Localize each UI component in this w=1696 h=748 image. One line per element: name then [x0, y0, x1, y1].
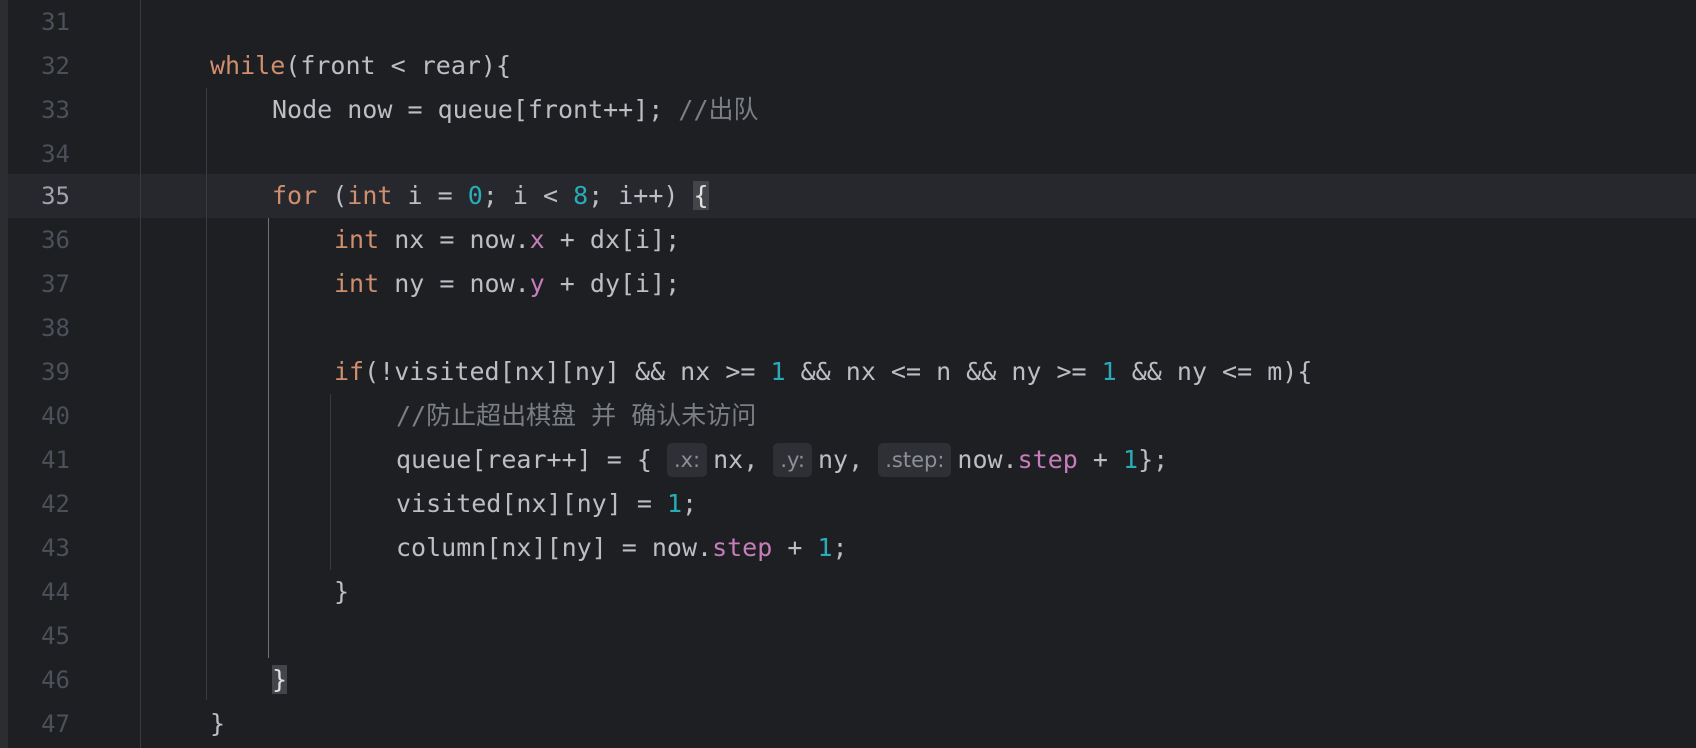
code-token: + dx[i];	[544, 225, 681, 254]
number-token: 0	[467, 181, 483, 210]
field-token: step	[712, 533, 773, 562]
code-line-45[interactable]: 45	[0, 614, 1696, 658]
code-text: column[nx][ny] = now.step + 1;	[396, 526, 848, 570]
code-token: };	[1138, 445, 1169, 474]
code-line-34[interactable]: 34	[0, 132, 1696, 176]
code-line-39[interactable]: 39 if(!visited[nx][ny] && nx >= 1 && nx …	[0, 350, 1696, 394]
code-line-31[interactable]: 31	[0, 0, 1696, 44]
field-token: y	[529, 269, 545, 298]
line-number[interactable]: 46	[8, 658, 70, 702]
line-number[interactable]: 42	[8, 482, 70, 526]
code-line-43[interactable]: 43 column[nx][ny] = now.step + 1;	[0, 526, 1696, 570]
code-token: nx,	[713, 445, 759, 474]
code-text: }	[210, 702, 225, 746]
line-number[interactable]: 45	[8, 614, 70, 658]
code-token: (	[317, 181, 348, 210]
line-number[interactable]: 44	[8, 570, 70, 614]
keyword-token: if	[334, 357, 365, 386]
comment-token: //出队	[678, 95, 759, 124]
inlay-hint-step[interactable]: .step:	[878, 443, 952, 477]
code-text: int nx = now.x + dx[i];	[334, 218, 680, 262]
code-line-40[interactable]: 40 //防止超出棋盘 并 确认未访问	[0, 394, 1696, 438]
code-line-46[interactable]: 46 }	[0, 658, 1696, 702]
code-text: int ny = now.y + dy[i];	[334, 262, 680, 306]
code-text: Node now = queue[front++]; //出队	[272, 88, 759, 132]
code-token: ; i <	[482, 181, 574, 210]
code-token: queue[rear++] = {	[396, 445, 652, 474]
line-number[interactable]: 47	[8, 702, 70, 746]
keyword-token: for	[272, 181, 318, 210]
code-token: (!visited[nx][ny] && nx >=	[364, 357, 771, 386]
code-token: Node now = queue[front++];	[272, 95, 679, 124]
code-line-35[interactable]: 35 for (int i = 0; i < 8; i++) {	[0, 174, 1696, 218]
code-token: visited[nx][ny] =	[396, 489, 667, 518]
line-number[interactable]: 39	[8, 350, 70, 394]
line-number[interactable]: 34	[8, 132, 70, 176]
line-number[interactable]: 33	[8, 88, 70, 132]
code-text: if(!visited[nx][ny] && nx >= 1 && nx <= …	[334, 350, 1312, 394]
number-token: 8	[573, 181, 589, 210]
code-token: ;	[682, 489, 698, 518]
number-token: 1	[1123, 445, 1139, 474]
code-token: ny,	[818, 445, 864, 474]
field-token: step	[1017, 445, 1078, 474]
code-line-36[interactable]: 36 int nx = now.x + dx[i];	[0, 218, 1696, 262]
keyword-token: while	[210, 51, 286, 80]
code-token: (front < rear){	[285, 51, 512, 80]
code-line-37[interactable]: 37 int ny = now.y + dy[i];	[0, 262, 1696, 306]
line-number[interactable]: 41	[8, 438, 70, 482]
keyword-token: int	[334, 225, 380, 254]
number-token: 1	[1101, 357, 1117, 386]
number-token: 1	[770, 357, 786, 386]
line-number[interactable]: 36	[8, 218, 70, 262]
code-line-42[interactable]: 42 visited[nx][ny] = 1;	[0, 482, 1696, 526]
code-token: ;	[832, 533, 848, 562]
number-token: 1	[666, 489, 682, 518]
line-number[interactable]: 38	[8, 306, 70, 350]
code-token: i =	[392, 181, 468, 210]
code-editor[interactable]: 31 32 while(front < rear){ 33 Node now =…	[0, 0, 1696, 748]
code-token: && nx <= n && ny >=	[785, 357, 1102, 386]
code-line-47[interactable]: 47 }	[0, 702, 1696, 746]
code-token: nx = now.	[379, 225, 530, 254]
code-token: ny = now.	[379, 269, 530, 298]
code-token: }	[334, 577, 350, 606]
comment-token: //防止超出棋盘 并 确认未访问	[396, 401, 757, 430]
line-number[interactable]: 43	[8, 526, 70, 570]
code-token: +	[772, 533, 818, 562]
code-line-38[interactable]: 38	[0, 306, 1696, 350]
code-token: }	[210, 709, 226, 738]
keyword-token: int	[334, 269, 380, 298]
code-text: queue[rear++] = { .x: nx, .y: ny, .step: no…	[396, 438, 1168, 482]
code-token: column[nx][ny] = now.	[396, 533, 713, 562]
code-text: visited[nx][ny] = 1;	[396, 482, 697, 526]
inlay-hint-y[interactable]: .y:	[773, 443, 812, 477]
line-number[interactable]: 40	[8, 394, 70, 438]
code-text: }	[272, 658, 288, 702]
field-token: x	[529, 225, 545, 254]
inlay-hint-x[interactable]: .x:	[666, 443, 708, 477]
code-text: while(front < rear){	[210, 44, 511, 88]
matched-brace-close: }	[272, 665, 288, 694]
code-text: }	[334, 570, 349, 614]
code-token: ; i++)	[588, 181, 694, 210]
keyword-token: int	[347, 181, 393, 210]
code-text: //防止超出棋盘 并 确认未访问	[396, 394, 756, 438]
matched-brace-open: {	[693, 181, 709, 210]
line-number[interactable]: 37	[8, 262, 70, 306]
code-token: now.	[957, 445, 1018, 474]
code-line-44[interactable]: 44 }	[0, 570, 1696, 614]
code-token: +	[1077, 445, 1123, 474]
code-line-41[interactable]: 41 queue[rear++] = { .x: nx, .y: ny, .step…	[0, 438, 1696, 482]
code-line-32[interactable]: 32 while(front < rear){	[0, 44, 1696, 88]
code-token: + dy[i];	[544, 269, 681, 298]
number-token: 1	[817, 533, 833, 562]
current-line-number[interactable]: 35	[8, 174, 70, 218]
code-line-33[interactable]: 33 Node now = queue[front++]; //出队	[0, 88, 1696, 132]
code-text: for (int i = 0; i < 8; i++) {	[272, 174, 709, 218]
line-number[interactable]: 31	[8, 0, 70, 44]
code-token: && ny <= m){	[1116, 357, 1313, 386]
line-number[interactable]: 32	[8, 44, 70, 88]
